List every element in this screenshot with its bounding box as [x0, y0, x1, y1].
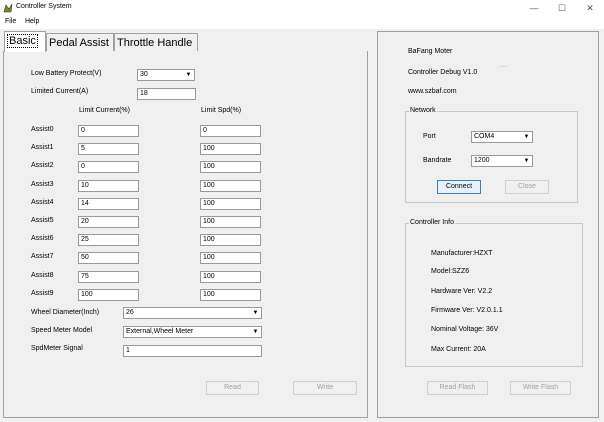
assist-label: Assist9	[31, 290, 54, 297]
tab-basic[interactable]: Basic	[4, 31, 46, 52]
assist-limit-speed-input[interactable]: 100	[200, 252, 261, 264]
write-flash-button[interactable]: Write Flash	[510, 381, 571, 395]
baudrate-value: 1200	[474, 157, 490, 164]
wheel-diameter-select[interactable]: 26 ▼	[123, 307, 262, 319]
chevron-down-icon: ▼	[252, 310, 259, 316]
assist-label: Assist7	[31, 253, 54, 260]
network-legend: Network	[409, 107, 437, 114]
assist-limit-speed-input[interactable]: 100	[200, 161, 261, 173]
tab-throttle-handle[interactable]: Throttle Handle	[114, 33, 198, 52]
chevron-down-icon: ▼	[523, 134, 530, 140]
connect-button[interactable]: Connect	[437, 180, 481, 194]
company-name: BaFang Moter	[408, 48, 453, 55]
assist-limit-current-input[interactable]: 25	[78, 234, 139, 246]
speed-meter-model-value: External,Wheel Meter	[126, 328, 194, 335]
menu-bar	[0, 16, 604, 29]
assist-label: Assist8	[31, 272, 54, 279]
version-dots: ·····	[499, 64, 508, 70]
assist-label: Assist0	[31, 126, 54, 133]
baudrate-label: Bandrate	[423, 157, 452, 164]
assist-limit-speed-input[interactable]: 100	[200, 289, 261, 301]
hardware-version-text: Hardware Ver: V2.2	[431, 288, 493, 295]
wheel-diameter-value: 26	[126, 309, 134, 316]
assist-limit-speed-input[interactable]: 100	[200, 234, 261, 246]
firmware-version-text: Firmware Ver: V2.0.1.1	[431, 307, 503, 314]
window-title: Controller System	[16, 3, 72, 10]
speed-meter-model-label: Speed Meter Model	[31, 327, 93, 334]
assist-limit-current-input[interactable]: 10	[78, 180, 139, 192]
tab-pedal-assist[interactable]: Pedal Assist	[46, 33, 114, 52]
debug-version: Controller Debug V1.0	[408, 69, 478, 76]
assist-label: Assist2	[31, 162, 54, 169]
read-flash-button[interactable]: Read Flash	[427, 381, 488, 395]
assist-limit-speed-input[interactable]: 100	[200, 180, 261, 192]
assist-limit-speed-input[interactable]: 0	[200, 125, 261, 137]
close-icon[interactable]: ✕	[578, 0, 602, 16]
assist-label: Assist3	[31, 181, 54, 188]
write-button[interactable]: Write	[293, 381, 357, 395]
manufacturer-text: Manufacturer:HZXT	[431, 250, 493, 257]
port-label: Port	[423, 133, 436, 140]
assist-limit-current-input[interactable]: 5	[78, 143, 139, 155]
limited-current-input[interactable]: 18	[137, 88, 196, 100]
nominal-voltage-text: Nominal Voltage: 36V	[431, 326, 499, 333]
website: www.szbaf.com	[408, 88, 457, 95]
read-button[interactable]: Read	[206, 381, 259, 395]
chevron-down-icon: ▼	[185, 72, 192, 78]
spdmeter-signal-input[interactable]: 1	[123, 345, 262, 357]
close-button[interactable]: Close	[505, 180, 549, 194]
assist-limit-speed-input[interactable]: 100	[200, 198, 261, 210]
assist-limit-current-input[interactable]: 100	[78, 289, 139, 301]
assist-label: Assist1	[31, 144, 54, 151]
low-battery-label: Low Battery Protect(V)	[31, 70, 102, 77]
assist-label: Assist6	[31, 235, 54, 242]
port-select[interactable]: COM4 ▼	[471, 131, 533, 143]
basic-tab-panel	[3, 51, 368, 418]
maximize-icon[interactable]: ☐	[550, 0, 574, 16]
tab-basic-label: Basic	[7, 34, 38, 48]
chevron-down-icon: ▼	[523, 158, 530, 164]
assist-limit-speed-input[interactable]: 100	[200, 143, 261, 155]
limited-current-label: Limited Current(A)	[31, 88, 89, 95]
title-bar	[0, 0, 604, 16]
app-icon	[3, 3, 13, 13]
controller-info-legend: Controller Info	[409, 219, 455, 226]
assist-limit-speed-input[interactable]: 100	[200, 216, 261, 228]
assist-limit-current-input[interactable]: 75	[78, 271, 139, 283]
assist-limit-current-input[interactable]: 14	[78, 198, 139, 210]
limit-speed-header: Limit Spd(%)	[201, 107, 242, 114]
assist-limit-current-input[interactable]: 20	[78, 216, 139, 228]
port-value: COM4	[474, 133, 495, 140]
baudrate-select[interactable]: 1200 ▼	[471, 155, 533, 167]
chevron-down-icon: ▼	[252, 329, 259, 335]
low-battery-value: 30	[140, 71, 148, 78]
minimize-icon[interactable]: —	[522, 0, 546, 16]
wheel-diameter-label: Wheel Diameter(Inch)	[31, 309, 100, 316]
speed-meter-model-select[interactable]: External,Wheel Meter ▼	[123, 326, 262, 338]
assist-limit-current-input[interactable]: 50	[78, 252, 139, 264]
assist-limit-current-input[interactable]: 0	[78, 125, 139, 137]
model-text: Model:SZZ6	[431, 268, 470, 275]
low-battery-select[interactable]: 30 ▼	[137, 69, 195, 81]
assist-limit-speed-input[interactable]: 100	[200, 271, 261, 283]
spdmeter-signal-label: SpdMeter Signal	[31, 345, 83, 352]
menu-file[interactable]: File	[5, 18, 16, 25]
max-current-text: Max Current: 20A	[431, 346, 486, 353]
limit-current-header: Limit Current(%)	[79, 107, 130, 114]
assist-label: Assist5	[31, 217, 54, 224]
assist-limit-current-input[interactable]: 0	[78, 161, 139, 173]
menu-help[interactable]: Help	[25, 18, 39, 25]
assist-label: Assist4	[31, 199, 54, 206]
